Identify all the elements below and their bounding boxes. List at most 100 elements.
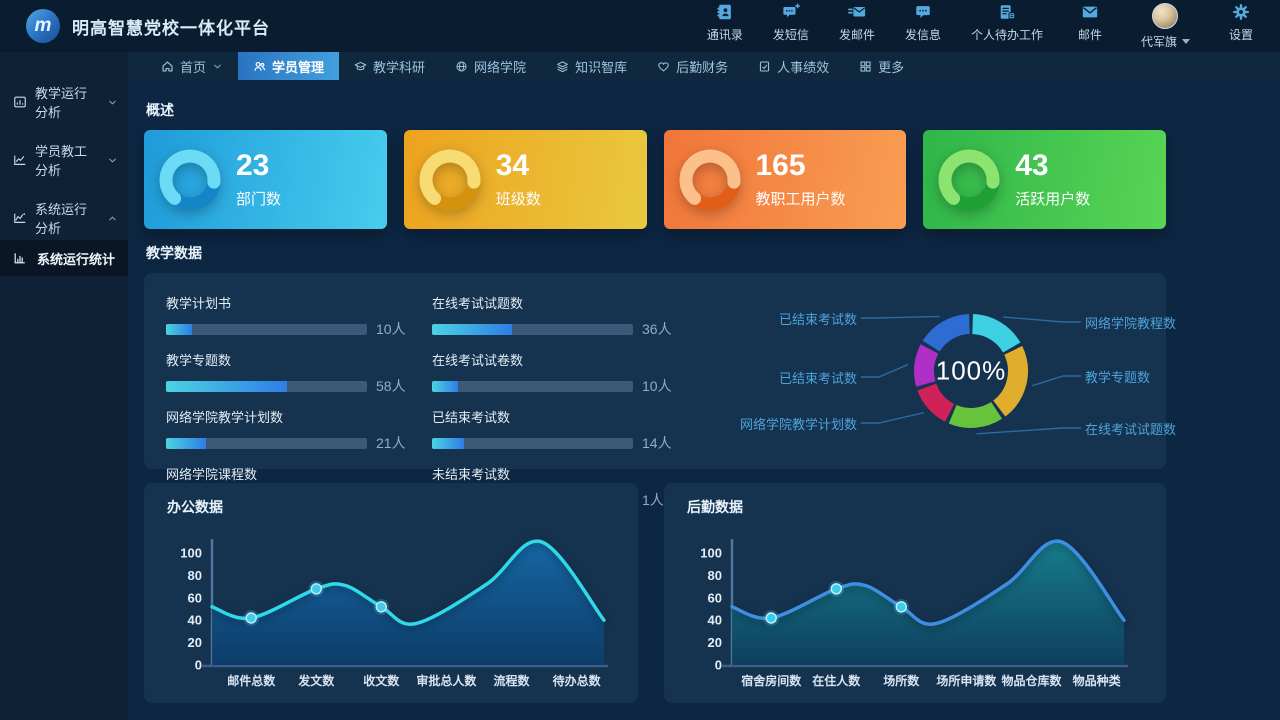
nav-item-home[interactable]: 首页 — [146, 52, 238, 80]
bar-label: 未结束考试数 — [432, 464, 682, 483]
home-icon — [161, 60, 174, 73]
nav-item-label: 学员管理 — [272, 57, 324, 76]
chevron-down-icon — [107, 97, 118, 108]
svg-text:流程数: 流程数 — [493, 673, 530, 688]
trend-icon — [13, 153, 27, 167]
donut-label: 教学专题数 — [1085, 367, 1150, 386]
bar-track — [432, 324, 633, 335]
chart-title-office: 办公数据 — [167, 497, 628, 515]
bar-track — [166, 438, 367, 449]
bar-track — [166, 324, 367, 335]
stat-card-2: 165 教职工用户数 — [664, 130, 907, 229]
bar-fill — [432, 381, 458, 392]
stat-label: 教职工用户数 — [756, 188, 846, 209]
header-action-personal-todo[interactable]: 个人待办工作 — [971, 3, 1043, 43]
user-avatar — [1152, 3, 1178, 29]
sidebar-item-label: 学员教工分析 — [35, 141, 99, 179]
header-actions: 通讯录 发短信发邮件 发信息 个人待办工作 邮件 代军旗 设置 — [707, 3, 1258, 50]
todo-icon — [998, 3, 1016, 21]
grid-icon — [859, 60, 872, 73]
bar-value: 14人 — [642, 433, 682, 453]
nav-item-logistics-finance[interactable]: 后勤财务 — [642, 52, 743, 80]
bar-value: 10人 — [376, 319, 416, 339]
stat-card-1: 34 班级数 — [404, 130, 647, 229]
svg-text:80: 80 — [188, 568, 202, 583]
bar-fill — [432, 324, 512, 335]
checklist-icon — [758, 60, 771, 73]
nav-item-knowledge-base[interactable]: 知识智库 — [541, 52, 642, 80]
app-header: m 明高智慧党校一体化平台 通讯录 发短信发邮件 发信息 个人待办工作 邮件 代军旗 设… — [0, 0, 1280, 52]
sidebar-item-staff-analysis[interactable]: 学员教工分析 — [0, 140, 128, 180]
bar-track — [432, 381, 633, 392]
bars-icon — [13, 251, 27, 265]
bar-value: 36人 — [642, 319, 682, 339]
sidebar-subitem-system-stats[interactable]: 系统运行统计 — [0, 240, 128, 276]
caret-down-icon — [1182, 39, 1190, 44]
sidebar-item-system-analysis[interactable]: 系统运行分析 — [0, 198, 128, 238]
header-action-send-mail[interactable]: 发邮件 — [839, 3, 875, 43]
header-action-label: 邮件 — [1078, 26, 1102, 43]
bar-group-0: 教学计划书 10人 教学专题数 58人 网络学院教学计划数 21人 — [166, 293, 416, 449]
donut-label: 在线考试试题数 — [1085, 419, 1176, 438]
svg-text:待办总数: 待办总数 — [553, 673, 602, 688]
app-logo: m — [26, 9, 60, 43]
line-chart-office: 020406080100 邮件总数发文数收文数审批总人数流程数待办总数 — [154, 515, 624, 699]
bar-label: 教学计划书 — [166, 293, 416, 312]
sidebar-group-teaching-analysis: 教学运行分析 — [0, 82, 128, 122]
nav-item-hr-performance[interactable]: 人事绩效 — [743, 52, 844, 80]
bar-label: 网络学院教学计划数 — [166, 407, 416, 426]
bar-label: 网络学院课程数 — [166, 464, 416, 483]
ring-icon — [157, 147, 223, 213]
bottom-chart-row: 办公数据 020406080100 邮件总数发文数收文数审批总人数流程数待办总数… — [144, 483, 1166, 703]
nav-item-student-mgmt[interactable]: 学员管理 — [238, 52, 339, 80]
svg-text:在住人数: 在住人数 — [812, 673, 861, 688]
mail-send-icon — [848, 3, 866, 21]
user-menu[interactable]: 代军旗 — [1141, 3, 1190, 50]
svg-text:0: 0 — [715, 658, 722, 673]
nav-item-online-college[interactable]: 网络学院 — [440, 52, 541, 80]
sidebar-item-teaching-analysis[interactable]: 教学运行分析 — [0, 82, 128, 122]
stat-value: 165 — [756, 150, 846, 182]
donut-label: 已结束考试数 — [779, 309, 857, 328]
sidebar-group-staff-analysis: 学员教工分析 — [0, 140, 128, 180]
bar-fill — [166, 438, 206, 449]
bar-label: 在线考试试题数 — [432, 293, 682, 312]
bar-item: 在线考试试题数 36人 — [432, 293, 682, 339]
chevron-up-icon — [107, 213, 118, 224]
svg-text:场所申请数: 场所申请数 — [936, 673, 997, 688]
donut-center-label: 100% — [936, 356, 1007, 387]
header-action-label: 发邮件 — [839, 26, 875, 43]
svg-text:收文数: 收文数 — [363, 673, 400, 688]
header-action-label: 发信息 — [905, 26, 941, 43]
bar-fill — [432, 438, 464, 449]
nav-item-teaching-research[interactable]: 教学科研 — [339, 52, 440, 80]
contacts-icon — [716, 3, 734, 21]
teaching-data-panel: 教学计划书 10人 教学专题数 58人 网络学院教学计划数 21人 — [144, 273, 1166, 469]
bar-value: 21人 — [376, 433, 416, 453]
header-action-send-sms[interactable]: 发短信 — [773, 3, 809, 43]
header-action-mail[interactable]: 邮件 — [1073, 3, 1107, 43]
sidebar-group-system-analysis: 系统运行分析 系统运行统计 — [0, 198, 128, 276]
sidebar-item-label: 系统运行分析 — [35, 199, 99, 237]
header-action-label: 通讯录 — [707, 26, 743, 43]
header-action-label: 个人待办工作 — [971, 26, 1043, 43]
svg-text:100: 100 — [180, 546, 202, 561]
chart-panel-logistics: 后勤数据 020406080100 宿舍房间数在住人数场所数场所申请数物品仓库数… — [664, 483, 1166, 703]
bar-fill — [166, 381, 287, 392]
header-action-contacts[interactable]: 通讯录 — [707, 3, 743, 43]
svg-text:邮件总数: 邮件总数 — [227, 673, 276, 688]
heart-icon — [657, 60, 670, 73]
settings-button[interactable]: 设置 — [1224, 3, 1258, 43]
app-title: 明高智慧党校一体化平台 — [72, 14, 270, 39]
header-action-send-message[interactable]: 发信息 — [905, 3, 941, 43]
stat-value: 23 — [236, 150, 281, 182]
chart-panel-office: 办公数据 020406080100 邮件总数发文数收文数审批总人数流程数待办总数 — [144, 483, 638, 703]
stat-value: 43 — [1015, 150, 1090, 182]
svg-text:审批总人数: 审批总人数 — [416, 673, 477, 688]
stat-cards: 23 部门数 34 班级数 165 教职工用户数 4 — [144, 130, 1166, 229]
bar-value: 58人 — [376, 376, 416, 396]
donut-chart-area: 100% 网络学院教程数教学专题数在线考试试题数网络学院教学计划数已结束考试数已… — [698, 293, 1144, 449]
bar-item: 已结束考试数 14人 — [432, 407, 682, 453]
user-name: 代军旗 — [1141, 33, 1177, 50]
nav-item-more[interactable]: 更多 — [844, 52, 919, 80]
